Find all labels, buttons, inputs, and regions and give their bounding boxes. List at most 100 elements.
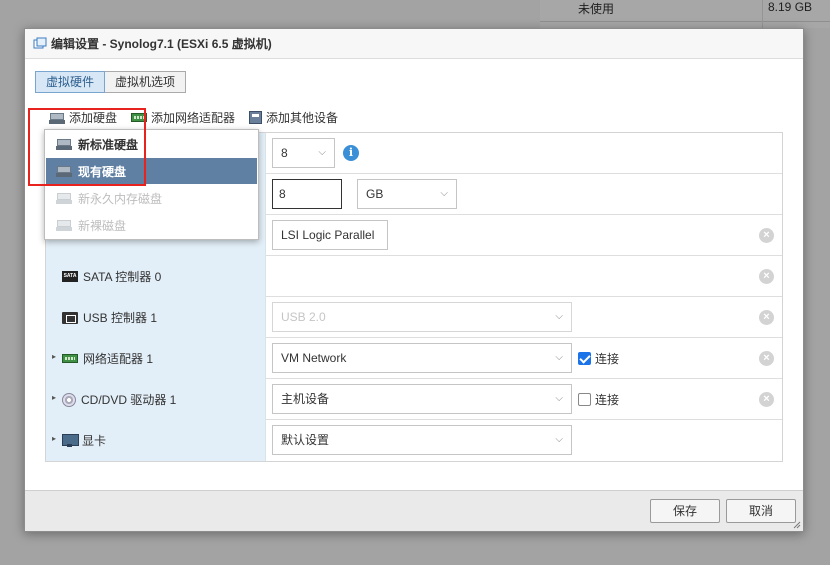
hard-disk-icon	[56, 138, 72, 150]
cddvd-connect-checkbox[interactable]: 连接	[578, 391, 619, 408]
usb-version-select[interactable]: USB 2.0 ⌵	[272, 302, 572, 332]
video-value: 默认设置	[281, 433, 330, 447]
usb-controller-icon	[62, 311, 78, 324]
memory-unit-value: GB	[366, 187, 384, 201]
dialog-title: 编辑设置 - Synolog7.1 (ESXi 6.5 虚拟机)	[51, 37, 272, 51]
scsi-type-value: LSI Logic Parallel	[281, 228, 375, 242]
edit-settings-dialog: 编辑设置 - Synolog7.1 (ESXi 6.5 虚拟机) 虚拟硬件 虚拟…	[24, 28, 804, 532]
hardware-row-cddvd: ▸ CD/DVD 驱动器 1 主机设备 ⌵ 连接 ×	[46, 379, 782, 420]
menu-item-label: 新标准硬盘	[78, 137, 139, 152]
usb-label-group: USB 控制器 1	[62, 309, 157, 326]
background-row: 未使用 8.19 GB	[540, 0, 830, 22]
dialog-titlebar: 编辑设置 - Synolog7.1 (ESXi 6.5 虚拟机)	[25, 29, 803, 59]
raw-disk-icon	[56, 219, 72, 231]
add-disk-button[interactable]: 添加硬盘	[49, 109, 117, 126]
tab-bar: 虚拟硬件 虚拟机选项	[35, 71, 187, 93]
background-unused-value: 8.19 GB	[768, 0, 813, 14]
row-label-cell: USB 控制器 1	[46, 297, 266, 338]
usb-label: USB 控制器 1	[83, 311, 158, 325]
video-label: 显卡	[82, 434, 107, 448]
network-connect-checkbox[interactable]: 连接	[578, 350, 619, 367]
dialog-footer: 保存 取消	[25, 490, 803, 531]
network-value: VM Network	[281, 351, 347, 365]
menu-item-new-raw-disk: 新裸磁盘	[46, 212, 257, 238]
hardware-row-usb: USB 控制器 1 USB 2.0 ⌵ ×	[46, 297, 782, 338]
device-icon	[249, 111, 263, 124]
remove-scsi-icon[interactable]: ×	[759, 228, 774, 243]
cddvd-value: 主机设备	[281, 392, 330, 406]
menu-item-label: 现有硬盘	[78, 164, 127, 179]
background-table: 未使用 8.19 GB	[540, 0, 830, 28]
monitor-icon	[62, 434, 79, 447]
network-connect-label: 连接	[595, 352, 620, 366]
expand-caret-icon[interactable]: ▸	[52, 393, 56, 402]
background-unused-label: 未使用	[578, 2, 615, 16]
sata-label-group: SATA SATA 控制器 0	[62, 268, 161, 285]
hardware-row-video: ▸ 显卡 默认设置 ⌵	[46, 420, 782, 461]
hardware-row-sata: SATA SATA 控制器 0 ×	[46, 256, 782, 297]
remove-sata-icon[interactable]: ×	[759, 269, 774, 284]
row-label-cell: SATA SATA 控制器 0	[46, 256, 266, 297]
hardware-row-network: ▸ 网络适配器 1 VM Network ⌵ 连接 ×	[46, 338, 782, 379]
background-divider	[762, 0, 763, 28]
video-select[interactable]: 默认设置 ⌵	[272, 425, 572, 455]
remove-usb-icon[interactable]: ×	[759, 310, 774, 325]
chevron-down-icon: ⌵	[555, 311, 563, 322]
remove-cddvd-icon[interactable]: ×	[759, 392, 774, 407]
expand-caret-icon[interactable]: ▸	[52, 434, 56, 443]
cddvd-label-group: CD/DVD 驱动器 1	[62, 391, 176, 408]
memory-size-input[interactable]: 8	[272, 179, 342, 209]
usb-version-value: USB 2.0	[281, 310, 326, 324]
hard-disk-icon	[56, 165, 72, 177]
chevron-down-icon: ⌵	[555, 393, 563, 404]
network-card-icon	[131, 113, 148, 122]
row-label-cell: ▸ 显卡	[46, 420, 266, 461]
add-disk-menu: 新标准硬盘 现有硬盘 新永久内存磁盘 新裸磁盘	[44, 129, 259, 240]
cpu-count-value: 8	[281, 146, 288, 160]
scsi-type-select[interactable]: LSI Logic Parallel	[272, 220, 388, 250]
menu-item-label: 新裸磁盘	[78, 218, 127, 233]
add-network-adapter-button[interactable]: 添加网络适配器	[131, 109, 235, 126]
resize-grip-icon[interactable]	[793, 521, 801, 529]
add-disk-label: 添加硬盘	[69, 111, 118, 125]
menu-item-existing-disk[interactable]: 现有硬盘	[46, 158, 257, 184]
remove-network-icon[interactable]: ×	[759, 351, 774, 366]
cddvd-select[interactable]: 主机设备 ⌵	[272, 384, 572, 414]
network-label: 网络适配器 1	[83, 352, 154, 366]
network-label-group: 网络适配器 1	[62, 350, 153, 367]
chevron-down-icon: ⌵	[555, 434, 563, 445]
cddvd-connect-label: 连接	[595, 393, 620, 407]
pmem-disk-icon	[56, 192, 72, 204]
chevron-down-icon: ⌵	[318, 147, 326, 158]
add-other-device-button[interactable]: 添加其他设备	[249, 109, 338, 126]
cancel-button[interactable]: 取消	[726, 499, 796, 523]
menu-item-new-pmem-disk: 新永久内存磁盘	[46, 185, 257, 211]
sata-label: SATA 控制器 0	[83, 270, 162, 284]
hard-disk-icon	[49, 112, 65, 124]
vm-edit-icon	[33, 37, 47, 51]
chevron-down-icon: ⌵	[555, 352, 563, 363]
memory-unit-select[interactable]: GB ⌵	[357, 179, 457, 209]
save-button[interactable]: 保存	[650, 499, 720, 523]
cddvd-label: CD/DVD 驱动器 1	[81, 393, 177, 407]
add-network-label: 添加网络适配器	[151, 111, 236, 125]
checkbox-checked-icon	[578, 352, 591, 365]
network-select[interactable]: VM Network ⌵	[272, 343, 572, 373]
row-label-cell: ▸ CD/DVD 驱动器 1	[46, 379, 266, 420]
menu-item-label: 新永久内存磁盘	[78, 191, 163, 206]
tab-vm-options[interactable]: 虚拟机选项	[105, 71, 187, 93]
row-label-cell: ▸ 网络适配器 1	[46, 338, 266, 379]
chevron-down-icon: ⌵	[440, 188, 448, 199]
sata-controller-icon: SATA	[62, 271, 78, 282]
cd-dvd-icon	[62, 392, 76, 407]
info-icon[interactable]: i	[343, 145, 359, 161]
checkbox-unchecked-icon	[578, 393, 591, 406]
hardware-toolbar: 添加硬盘 添加网络适配器 添加其他设备	[49, 109, 352, 126]
video-label-group: 显卡	[62, 432, 106, 449]
expand-caret-icon[interactable]: ▸	[52, 352, 56, 361]
cpu-count-select[interactable]: 8 ⌵	[272, 138, 335, 168]
add-other-label: 添加其他设备	[266, 111, 339, 125]
tab-virtual-hardware[interactable]: 虚拟硬件	[35, 71, 106, 93]
network-card-icon	[62, 354, 78, 363]
menu-item-new-standard-disk[interactable]: 新标准硬盘	[46, 131, 257, 157]
